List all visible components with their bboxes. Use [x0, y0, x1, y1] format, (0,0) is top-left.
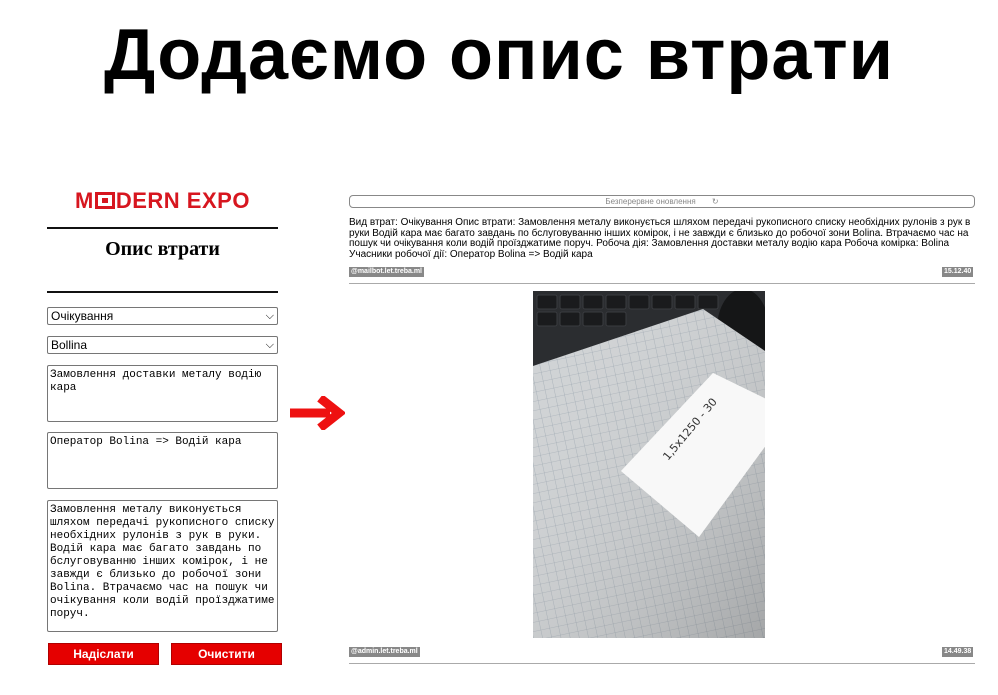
- message-time: 15.12.40: [942, 267, 974, 277]
- arrow-right-icon: [290, 396, 345, 430]
- clear-button[interactable]: Очистити: [171, 643, 282, 665]
- message-divider: [349, 283, 975, 284]
- loss-form: M DERN EXPO Опис втрати Очікування ⌵ Boll…: [47, 183, 278, 632]
- message-divider: [349, 663, 975, 664]
- refresh-icon: ↻: [711, 197, 719, 206]
- divider: [47, 227, 278, 229]
- loss-type-value: Очікування: [51, 309, 114, 323]
- message-text: Вид втрат: Очікування Опис втрати: Замов…: [349, 217, 971, 260]
- chevron-down-icon: ⌵: [265, 310, 274, 322]
- action-textarea[interactable]: Замовлення доставки металу водію кара: [47, 365, 278, 422]
- continuous-refresh-toggle[interactable]: Безперервне оновлення ↻: [349, 195, 975, 208]
- divider: [47, 291, 278, 293]
- message-author: @mailbot.let.treba.ml: [349, 267, 425, 277]
- photo-image: 1,5х1250 - 30: [533, 291, 765, 638]
- form-title: Опис втрати: [105, 238, 220, 260]
- workplace-value: Bollina: [51, 338, 88, 352]
- modern-expo-logo: M DERN EXPO: [75, 188, 250, 213]
- submit-button[interactable]: Надіслати: [48, 643, 159, 665]
- message-time: 14.49.38: [942, 647, 974, 657]
- workplace-select[interactable]: Bollina ⌵: [47, 336, 278, 354]
- loss-type-select[interactable]: Очікування ⌵: [47, 307, 278, 325]
- slide-title: Додаємо опис втрати: [104, 15, 894, 95]
- refresh-label: Безперервне оновлення: [605, 197, 696, 206]
- participants-textarea[interactable]: Оператор Bolina => Водій кара: [47, 432, 278, 489]
- description-textarea[interactable]: Замовлення металу виконується шляхом пер…: [47, 500, 278, 632]
- logo-square-icon: [94, 192, 115, 209]
- message-author: @admin.let.treba.ml: [349, 647, 420, 657]
- attached-photo[interactable]: 1,5х1250 - 30: [533, 291, 765, 638]
- chevron-down-icon: ⌵: [265, 339, 274, 351]
